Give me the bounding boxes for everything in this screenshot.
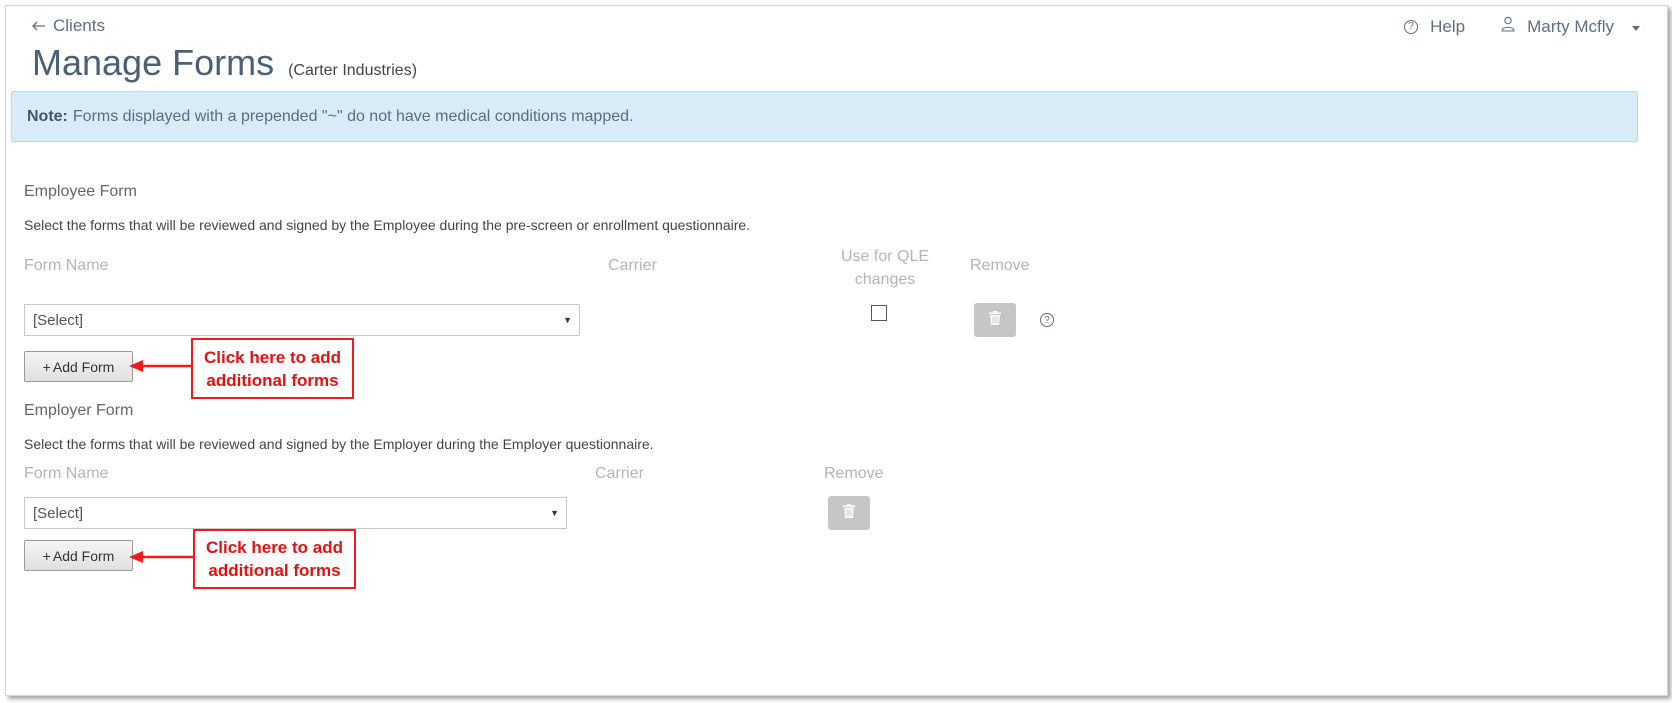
help-tooltip-icon[interactable]: ? <box>1040 313 1054 327</box>
callout-box-2: Click here to add additional forms <box>193 529 356 589</box>
note-label: Note: <box>27 107 68 125</box>
employer-form-select[interactable]: [Select] ▼ <box>24 497 567 529</box>
employee-add-form-label: Add Form <box>52 358 115 375</box>
dropdown-arrow-icon: ▼ <box>550 508 559 518</box>
page-title: Manage Forms <box>32 42 275 83</box>
help-icon: ? <box>1404 19 1419 34</box>
employer-form-description: Select the forms that will be reviewed a… <box>24 436 654 452</box>
employee-form-heading: Employee Form <box>24 183 137 200</box>
employer-col-form-name: Form Name <box>24 465 109 482</box>
trash-icon <box>843 503 855 523</box>
arrow-left-icon <box>32 16 46 36</box>
client-name: (Carter Industries) <box>288 62 418 79</box>
employer-form-select-value: [Select] <box>33 504 84 522</box>
user-menu[interactable]: Marty Mcfly <box>1501 16 1640 37</box>
plus-icon: + <box>42 547 51 564</box>
user-icon <box>1501 16 1515 37</box>
back-link-label: Clients <box>53 16 105 35</box>
trash-icon <box>989 310 1001 330</box>
callout-box-1: Click here to add additional forms <box>191 338 354 399</box>
employee-form-select[interactable]: [Select] ▼ <box>24 304 580 336</box>
back-to-clients-link[interactable]: Clients <box>32 16 105 36</box>
plus-icon: + <box>42 358 51 375</box>
top-right-nav: ? Help Marty Mcfly <box>1404 16 1640 37</box>
help-link[interactable]: ? Help <box>1404 17 1465 37</box>
employee-col-remove: Remove <box>970 257 1030 274</box>
info-note-banner: Note: Forms displayed with a prepended "… <box>11 91 1638 142</box>
help-label: Help <box>1430 16 1466 36</box>
employer-col-carrier: Carrier <box>595 465 644 482</box>
callout-arrow-1 <box>129 360 192 372</box>
employer-form-heading: Employer Form <box>24 402 134 419</box>
dropdown-arrow-icon: ▼ <box>563 315 572 325</box>
employer-col-remove: Remove <box>824 465 884 482</box>
caret-down-icon <box>1632 25 1640 31</box>
employer-add-form-button[interactable]: + Add Form <box>24 540 133 571</box>
employee-col-carrier: Carrier <box>608 257 657 274</box>
employee-remove-button[interactable] <box>974 303 1016 337</box>
employer-add-form-label: Add Form <box>52 547 115 564</box>
employee-add-form-button[interactable]: + Add Form <box>24 351 133 382</box>
callout-arrow-2 <box>129 551 194 563</box>
user-name: Marty Mcfly <box>1527 16 1614 36</box>
employee-col-form-name: Form Name <box>24 257 109 274</box>
employee-col-qle: Use for QLE changes <box>840 248 930 288</box>
page-heading: Manage Forms (Carter Industries) <box>32 42 417 84</box>
note-text: Forms displayed with a prepended "~" do … <box>72 107 634 125</box>
employer-remove-button[interactable] <box>828 496 870 530</box>
employee-form-select-value: [Select] <box>33 311 84 329</box>
employee-form-description: Select the forms that will be reviewed a… <box>24 217 751 233</box>
qle-checkbox[interactable] <box>871 305 887 321</box>
